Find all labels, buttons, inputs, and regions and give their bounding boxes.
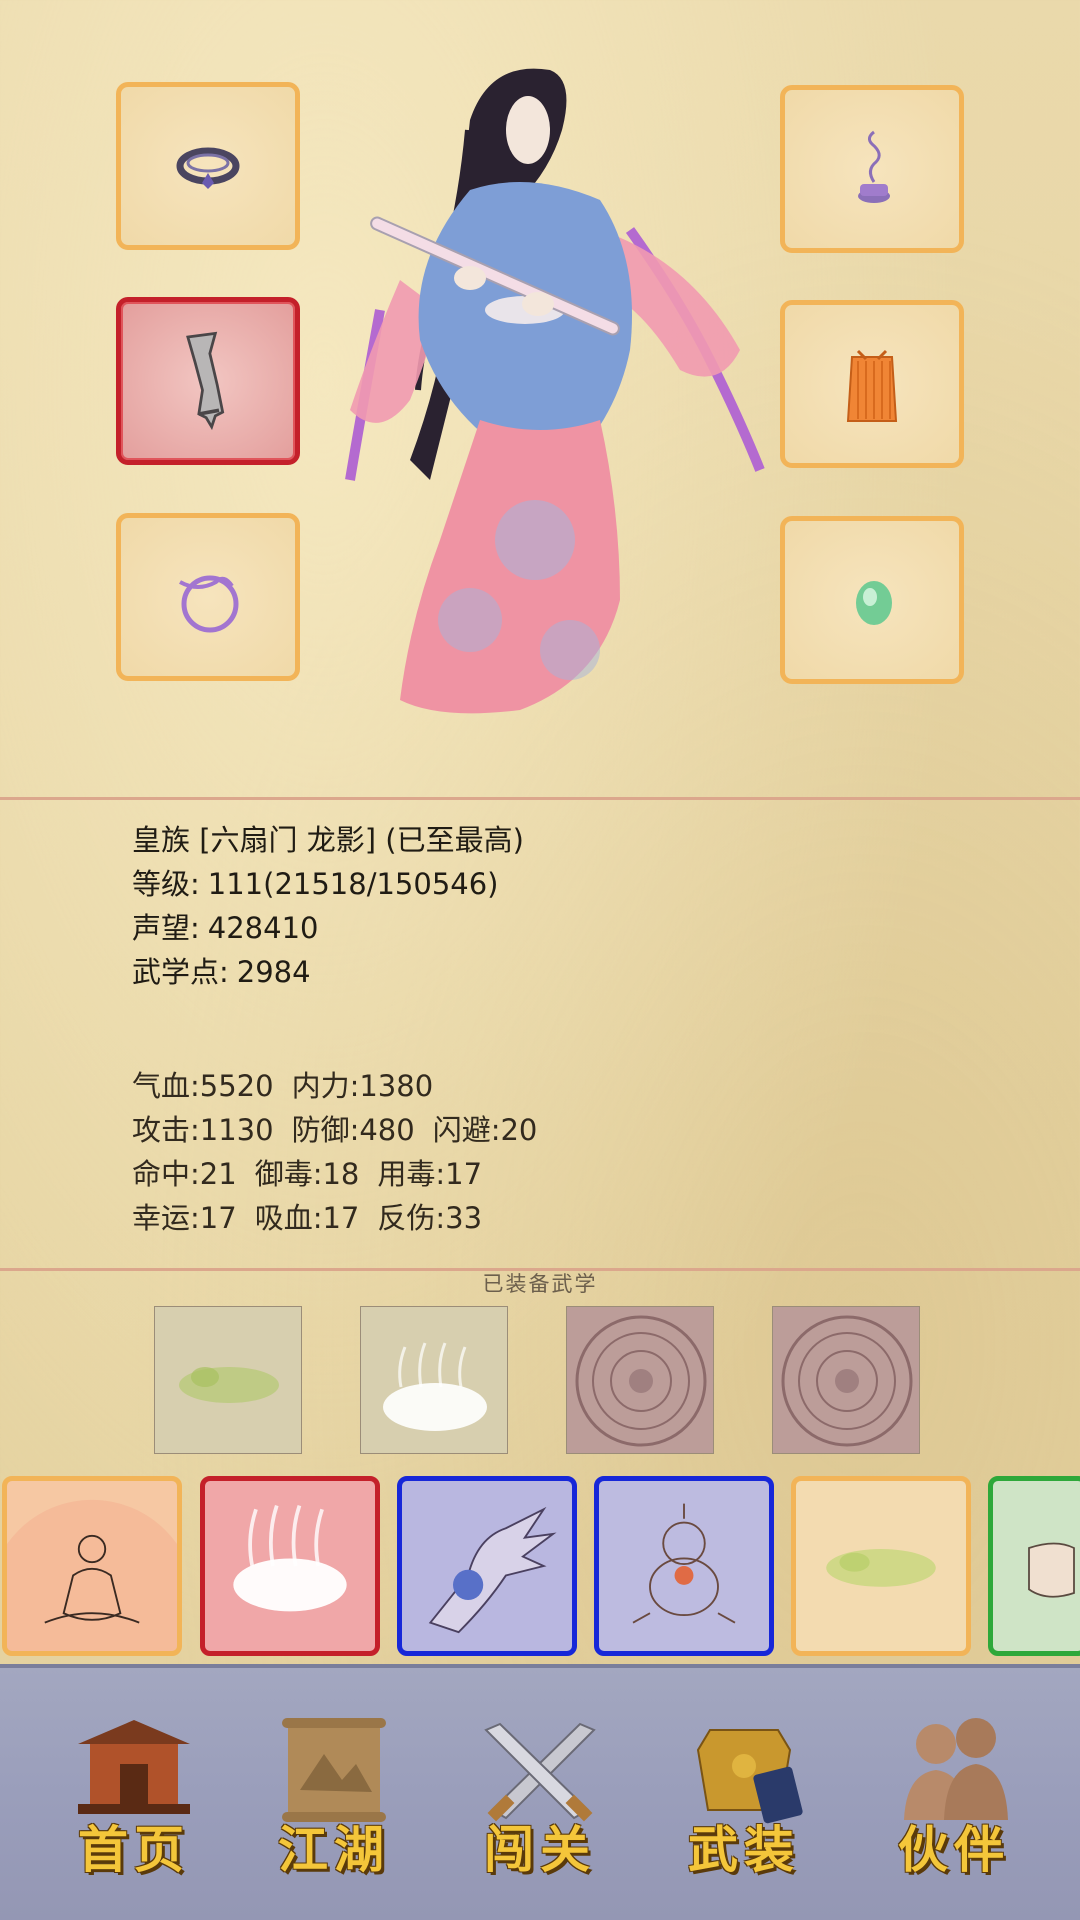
level-label: 等级: [132, 867, 200, 901]
stat-lifesteal: 吸血:17 [254, 1201, 360, 1235]
toad-skill-icon [179, 1367, 279, 1403]
level-value: 111(21518/150546) [207, 867, 499, 901]
stats-row: 幸运:17 吸血:17 反伤:33 [132, 1196, 555, 1240]
character-portrait [345, 68, 765, 714]
equipped-skill-slot-3[interactable] [566, 1306, 714, 1454]
equipment-slot-bracelet[interactable] [116, 513, 300, 681]
stat-luck: 幸运:17 [132, 1201, 237, 1235]
martial-points-value: 2984 [236, 955, 311, 989]
equipped-skill-slot-1[interactable] [154, 1306, 302, 1454]
skill-pool-card[interactable] [200, 1476, 380, 1656]
skill-pool-card[interactable] [397, 1476, 577, 1656]
bracelet-icon [179, 575, 239, 633]
nav-partner[interactable]: 伙伴 [864, 1710, 1044, 1880]
meditation-icon [7, 1499, 177, 1651]
nav-challenge[interactable]: 闯关 [450, 1710, 630, 1880]
gourd-icon [632, 1503, 736, 1624]
nav-jianghu-label: 江湖 [278, 1820, 390, 1879]
nav-home[interactable]: 首页 [44, 1710, 224, 1880]
nav-partner-label: 伙伴 [898, 1820, 1010, 1879]
martial-points-row: 武学点: 2984 [132, 950, 524, 994]
jade-icon [856, 581, 892, 625]
skill-pool-card[interactable] [988, 1476, 1080, 1656]
divider-top [0, 797, 1080, 800]
nav-equipment-label: 武装 [688, 1820, 800, 1879]
bottom-nav: 首页 江湖 闯关 武装 伙伴 [0, 1664, 1080, 1920]
stat-mp: 内力:1380 [291, 1069, 434, 1103]
stat-hit: 命中:21 [132, 1157, 237, 1191]
ring-icon [176, 147, 240, 189]
stat-hp: 气血:5520 [132, 1069, 274, 1103]
skill-pool-card[interactable] [2, 1476, 182, 1656]
equipment-slot-weapon[interactable] [116, 297, 300, 465]
equipment-slot-ring[interactable] [116, 82, 300, 250]
stats-row: 攻击:1130 防御:480 闪避:20 [132, 1108, 555, 1152]
fist-icon [1028, 1542, 1075, 1598]
stat-poison-resist: 御毒:18 [254, 1157, 360, 1191]
stat-poison-use: 用毒:17 [377, 1157, 483, 1191]
equipment-slot-armor[interactable] [780, 300, 964, 468]
empty-seal-icon [575, 1315, 707, 1447]
skill-pool-strip[interactable] [0, 1474, 1080, 1660]
stat-attack: 攻击:1130 [132, 1113, 274, 1147]
skill-pool-card[interactable] [791, 1476, 971, 1656]
toad-icon [826, 1549, 936, 1587]
incense-icon [858, 130, 890, 203]
robe-icon [846, 349, 898, 422]
broken-sword-icon [186, 331, 225, 431]
empty-seal-icon [781, 1315, 913, 1447]
equipped-martial-title: 已装备武学 [482, 1272, 598, 1296]
character-title: 皇族 [六扇门 龙影] (已至最高) [132, 823, 524, 857]
stats-row: 气血:5520 内力:1380 [132, 1064, 555, 1108]
equipped-skill-slot-2[interactable] [360, 1306, 508, 1454]
fame-value: 428410 [207, 911, 319, 945]
martial-points-label: 武学点: [132, 955, 229, 989]
stat-dodge: 闪避:20 [432, 1113, 538, 1147]
stats-row: 命中:21 御毒:18 用毒:17 [132, 1152, 555, 1196]
fame-row: 声望: 428410 [132, 906, 524, 950]
character-info: 皇族 [六扇门 龙影] (已至最高) 等级: 111(21518/150546) … [132, 818, 524, 994]
stats-panel: 气血:5520 内力:1380 攻击:1130 防御:480 闪避:20 命中:21 御… [132, 1064, 555, 1240]
nav-jianghu[interactable]: 江湖 [244, 1710, 424, 1880]
mist-skill-icon [383, 1342, 487, 1431]
mist-icon [233, 1504, 347, 1612]
stat-reflect: 反伤:33 [377, 1201, 483, 1235]
nav-challenge-label: 闯关 [484, 1820, 596, 1879]
equipment-slot-incense[interactable] [780, 85, 964, 253]
equipped-skill-slot-4[interactable] [772, 1306, 920, 1454]
fame-label: 声望: [132, 911, 200, 945]
stat-defense: 防御:480 [291, 1113, 415, 1147]
nav-equipment[interactable]: 武装 [654, 1710, 834, 1880]
nav-home-label: 首页 [78, 1820, 190, 1879]
skill-pool-card[interactable] [594, 1476, 774, 1656]
level-row: 等级: 111(21518/150546) [132, 862, 524, 906]
palm-strike-icon [428, 1506, 557, 1634]
equipment-slot-jade[interactable] [780, 516, 964, 684]
